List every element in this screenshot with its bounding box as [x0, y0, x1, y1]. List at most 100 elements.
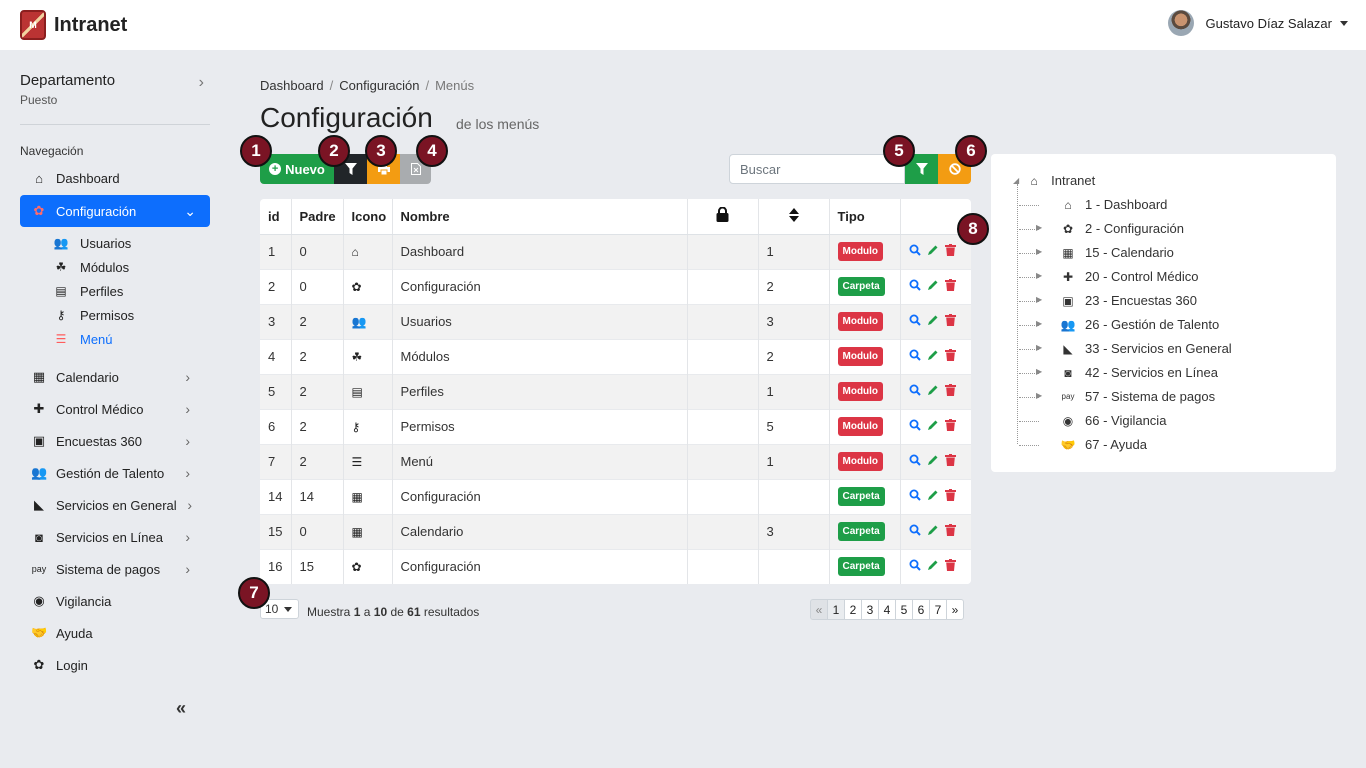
pencil-icon[interactable]: [927, 279, 939, 291]
expand-triangle-icon[interactable]: ◢: [1013, 176, 1019, 185]
tree-node[interactable]: ✿ 2 - Configuración: [1059, 221, 1184, 236]
tree-node[interactable]: ▣ 23 - Encuestas 360: [1059, 293, 1197, 308]
search-icon[interactable]: [909, 419, 921, 431]
sidebar-item-calendario[interactable]: ▦ Calendario ›: [20, 361, 210, 393]
page-link[interactable]: 7: [929, 599, 947, 620]
sidebar-item-control-medico[interactable]: ✚ Control Médico ›: [20, 393, 210, 425]
medkit-icon: ✚: [1062, 269, 1074, 284]
search-icon[interactable]: [909, 314, 921, 326]
trash-icon[interactable]: [944, 244, 956, 256]
expand-triangle-icon[interactable]: ▶: [1036, 367, 1042, 376]
sidebar-item-vigilancia[interactable]: ◉ Vigilancia: [20, 585, 210, 617]
sidebar-subitem-permisos[interactable]: ⚷ Permisos: [52, 304, 135, 326]
type-badge: Carpeta: [837, 277, 885, 296]
trash-icon[interactable]: [944, 559, 956, 572]
cell-orden: 1: [758, 443, 830, 479]
pencil-icon[interactable]: [927, 454, 939, 466]
search-icon[interactable]: [909, 349, 921, 361]
tree-node[interactable]: 👥 26 - Gestión de Talento: [1059, 317, 1220, 332]
search-icon[interactable]: [909, 279, 921, 291]
tree-node[interactable]: ◙ 42 - Servicios en Línea: [1059, 365, 1218, 380]
sidebar-subitem-modulos[interactable]: ☘ Módulos: [52, 256, 130, 278]
tree-node[interactable]: pay 57 - Sistema de pagos: [1059, 389, 1216, 404]
trash-icon[interactable]: [944, 384, 956, 396]
search-icon[interactable]: [909, 244, 921, 256]
expand-triangle-icon[interactable]: ▶: [1036, 319, 1042, 328]
page-link[interactable]: 2: [844, 599, 862, 620]
column-header-tipo[interactable]: Tipo: [829, 199, 901, 235]
breadcrumb-item[interactable]: Configuración: [339, 78, 419, 93]
pencil-icon[interactable]: [927, 524, 939, 536]
tree-root[interactable]: ◢ ⌂ Intranet: [1013, 173, 1095, 188]
sidebar-item-configuracion[interactable]: ✿ Configuración ⌄: [20, 195, 210, 227]
sidebar-item-ayuda[interactable]: 🤝 Ayuda: [20, 617, 210, 649]
collapse-sidebar-button[interactable]: «: [176, 698, 186, 719]
column-header-icono[interactable]: Icono: [343, 199, 393, 235]
tree-node[interactable]: ◣ 33 - Servicios en General: [1059, 341, 1231, 356]
tree-node[interactable]: ▦ 15 - Calendario: [1059, 245, 1174, 260]
sidebar-item-login[interactable]: ✿ Login: [20, 649, 210, 681]
trash-icon[interactable]: [944, 419, 956, 431]
user-menu[interactable]: Gustavo Díaz Salazar: [1167, 10, 1348, 36]
column-header-padre[interactable]: Padre: [291, 199, 344, 235]
department-selector[interactable]: Departamento Puesto ›: [20, 72, 210, 107]
sidebar-item-servicios-general[interactable]: ◣ Servicios en General ›: [20, 489, 210, 521]
sidebar-item-label: Configuración: [56, 203, 137, 219]
search-input[interactable]: [729, 154, 905, 184]
page-link[interactable]: 6: [912, 599, 930, 620]
brand[interactable]: M Intranet: [20, 10, 127, 40]
sidebar-item-dashboard[interactable]: ⌂ Dashboard: [20, 162, 210, 194]
search-icon[interactable]: [909, 489, 921, 501]
tree-node[interactable]: ◉ 66 - Vigilancia: [1059, 413, 1167, 428]
column-header-lock[interactable]: [687, 199, 759, 235]
trash-icon[interactable]: [944, 314, 956, 326]
page-link[interactable]: 3: [861, 599, 879, 620]
page-link[interactable]: 4: [878, 599, 896, 620]
sidebar-subitem-menu[interactable]: ☰ Menú: [52, 328, 113, 350]
pencil-icon[interactable]: [927, 419, 939, 431]
sidebar-item-encuestas[interactable]: ▣ Encuestas 360 ›: [20, 425, 210, 457]
column-header-id[interactable]: id: [260, 199, 292, 235]
pencil-icon[interactable]: [927, 244, 939, 256]
page-link[interactable]: 1: [827, 599, 845, 620]
page-prev[interactable]: «: [810, 599, 828, 620]
sidebar-subitem-usuarios[interactable]: 👥 Usuarios: [52, 232, 132, 254]
trash-icon[interactable]: [944, 279, 956, 291]
pencil-icon[interactable]: [927, 384, 939, 396]
trash-icon[interactable]: [944, 489, 956, 501]
expand-triangle-icon[interactable]: ▶: [1036, 247, 1042, 256]
sidebar-subitem-perfiles[interactable]: ▤ Perfiles: [52, 280, 123, 302]
sidebar-subitem-label: Perfiles: [80, 283, 124, 299]
pencil-icon[interactable]: [927, 314, 939, 326]
page-link[interactable]: 5: [895, 599, 913, 620]
expand-triangle-icon[interactable]: ▶: [1036, 223, 1042, 232]
expand-triangle-icon[interactable]: ▶: [1036, 343, 1042, 352]
cell-actions: [900, 443, 971, 479]
trash-icon[interactable]: [944, 454, 956, 466]
tree-node[interactable]: ⌂ 1 - Dashboard: [1059, 197, 1167, 212]
search-icon[interactable]: [909, 559, 921, 571]
sidebar-item-servicios-linea[interactable]: ◙ Servicios en Línea ›: [20, 521, 210, 553]
tree-node[interactable]: ✚ 20 - Control Médico: [1059, 269, 1198, 284]
search-icon[interactable]: [909, 384, 921, 396]
search-icon[interactable]: [909, 454, 921, 466]
expand-triangle-icon[interactable]: ▶: [1036, 295, 1042, 304]
trash-icon[interactable]: [944, 524, 956, 536]
column-header-order[interactable]: [758, 199, 830, 235]
tree-node[interactable]: 🤝 67 - Ayuda: [1059, 437, 1147, 452]
sidebar-item-gestion-talento[interactable]: 👥 Gestión de Talento ›: [20, 457, 210, 489]
expand-triangle-icon[interactable]: ▶: [1036, 271, 1042, 280]
pencil-icon[interactable]: [927, 489, 939, 501]
column-header-nombre[interactable]: Nombre: [392, 199, 688, 235]
breadcrumb-item[interactable]: Dashboard: [260, 78, 324, 93]
search-icon[interactable]: [909, 524, 921, 536]
gear-icon: ✿: [33, 657, 45, 672]
trash-icon[interactable]: [944, 349, 956, 361]
type-badge: Modulo: [837, 452, 884, 471]
sidebar-item-sistema-pagos[interactable]: pay Sistema de pagos ›: [20, 553, 210, 585]
pencil-icon[interactable]: [927, 559, 939, 571]
pencil-icon[interactable]: [927, 349, 939, 361]
page-next[interactable]: »: [946, 599, 964, 620]
tree-node-label: 67 - Ayuda: [1085, 437, 1147, 452]
expand-triangle-icon[interactable]: ▶: [1036, 391, 1042, 400]
